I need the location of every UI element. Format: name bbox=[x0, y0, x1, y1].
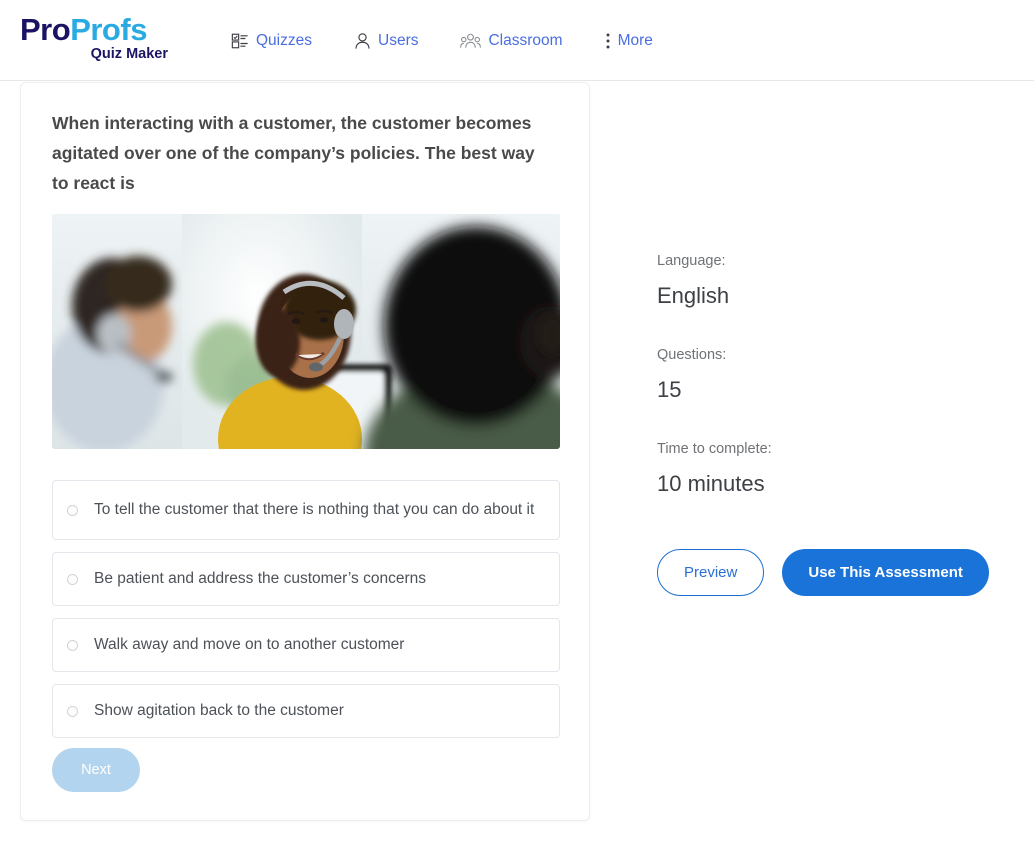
answer-option[interactable]: To tell the customer that there is nothi… bbox=[52, 480, 560, 540]
radio-button[interactable] bbox=[67, 705, 78, 717]
logo-text-profs: Profs bbox=[70, 12, 147, 47]
nav-item-more[interactable]: More bbox=[605, 32, 653, 50]
question-text: When interacting with a customer, the cu… bbox=[52, 113, 535, 193]
language-label: Language: bbox=[657, 253, 726, 269]
user-icon bbox=[354, 32, 371, 50]
main-navigation: Quizzes Users Classroom More bbox=[231, 0, 653, 81]
next-button[interactable]: Next bbox=[52, 748, 140, 792]
page-root: ProProfs Quiz Maker Quizzes Users Classr… bbox=[0, 0, 1034, 848]
nav-item-quizzes[interactable]: Quizzes bbox=[231, 32, 312, 50]
nav-item-users[interactable]: Users bbox=[354, 32, 418, 50]
checklist-icon bbox=[231, 32, 249, 50]
group-icon bbox=[460, 32, 482, 50]
radio-button[interactable] bbox=[67, 573, 78, 585]
preview-button[interactable]: Preview bbox=[657, 549, 765, 596]
answer-option[interactable]: Be patient and address the customer’s co… bbox=[52, 552, 560, 606]
action-buttons: Preview Use This Assessment bbox=[657, 549, 989, 596]
vertical-dots-icon bbox=[605, 32, 611, 50]
answer-options-list: To tell the customer that there is nothi… bbox=[52, 480, 560, 750]
answer-option[interactable]: Walk away and move on to another custome… bbox=[52, 618, 560, 672]
questions-value: 15 bbox=[657, 377, 682, 402]
logo-wordmark: ProProfs bbox=[20, 14, 170, 46]
logo-tagline: Quiz Maker bbox=[90, 46, 168, 62]
logo-text-pro: Pro bbox=[20, 12, 71, 47]
app-header: ProProfs Quiz Maker Quizzes Users Classr… bbox=[0, 0, 1034, 81]
use-this-assessment-button[interactable]: Use This Assessment bbox=[782, 549, 989, 596]
time-to-complete-value: 10 minutes bbox=[657, 471, 765, 496]
answer-option[interactable]: Show agitation back to the customer bbox=[52, 684, 560, 738]
questions-label: Questions: bbox=[657, 347, 727, 363]
call-center-illustration bbox=[52, 214, 560, 449]
nav-label-quizzes: Quizzes bbox=[256, 31, 312, 49]
language-value: English bbox=[657, 283, 730, 308]
answer-option-label: To tell the customer that there is nothi… bbox=[94, 501, 535, 518]
answer-option-label: Show agitation back to the customer bbox=[94, 702, 344, 719]
nav-item-classroom[interactable]: Classroom bbox=[460, 31, 563, 50]
answer-option-label: Be patient and address the customer’s co… bbox=[94, 570, 427, 587]
nav-label-users: Users bbox=[378, 31, 419, 49]
answer-option-label: Walk away and move on to another custome… bbox=[94, 636, 405, 653]
time-to-complete-label: Time to complete: bbox=[657, 441, 772, 457]
question-image bbox=[52, 214, 560, 449]
proprofs-logo[interactable]: ProProfs Quiz Maker bbox=[20, 14, 170, 63]
nav-label-classroom: Classroom bbox=[488, 31, 563, 49]
radio-button[interactable] bbox=[67, 504, 78, 516]
question-card: When interacting with a customer, the cu… bbox=[20, 82, 590, 821]
radio-button[interactable] bbox=[67, 639, 78, 651]
nav-label-more: More bbox=[617, 31, 653, 49]
